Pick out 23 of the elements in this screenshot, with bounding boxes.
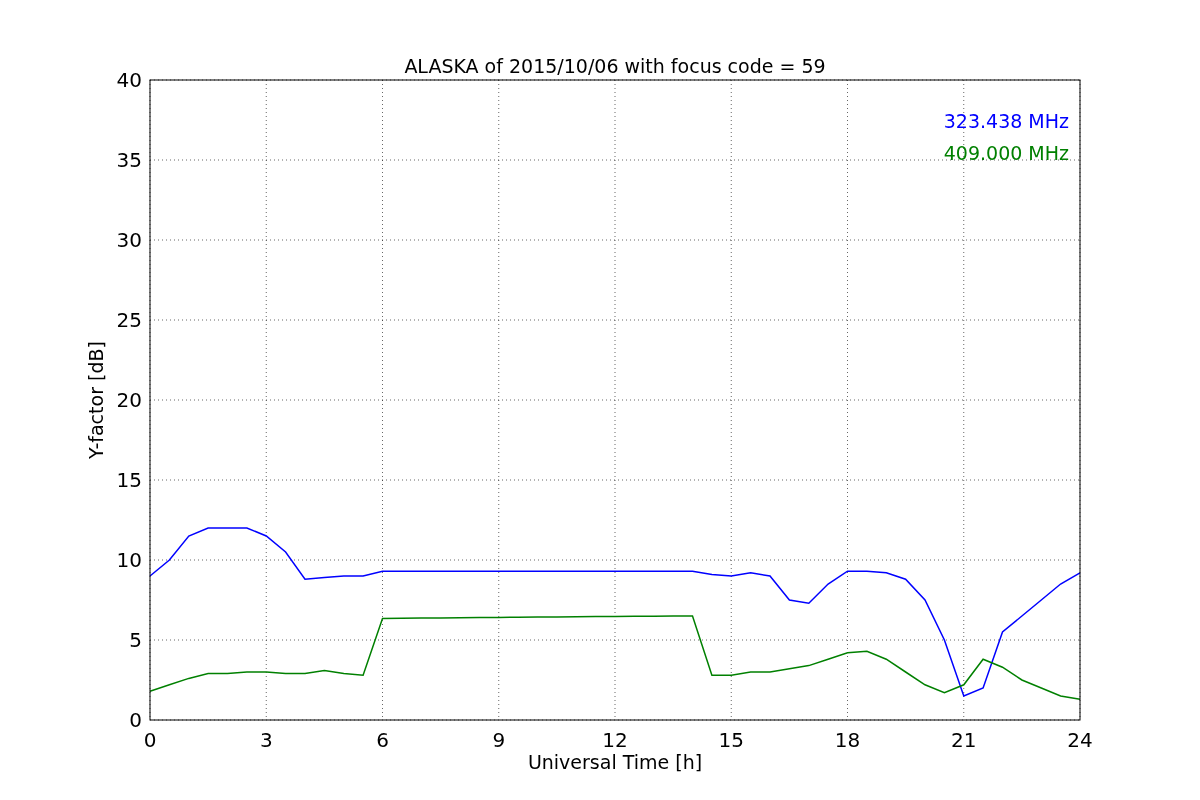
x-tick-label: 15 [718,728,744,752]
y-tick-label: 15 [116,468,142,492]
x-tick-label: 3 [259,728,273,752]
y-tick-label: 20 [116,388,142,412]
y-tick-label: 40 [116,68,142,92]
y-tick-label: 5 [129,628,142,652]
legend-label: 323.438 MHz [943,110,1069,132]
x-tick-label: 21 [951,728,977,752]
y-tick-label: 30 [116,228,142,252]
x-tick-label: 24 [1067,728,1093,752]
x-axis-label: Universal Time [h] [527,751,703,773]
legend-label: 409.000 MHz [943,142,1069,164]
y-tick-label: 0 [129,708,142,732]
x-tick-label: 12 [602,728,628,752]
y-tick-label: 25 [116,308,142,332]
y-tick-label: 35 [116,148,142,172]
x-tick-label: 9 [492,728,506,752]
chart-title: ALASKA of 2015/10/06 with focus code = 59 [404,55,826,77]
y-tick-label: 10 [116,548,142,572]
y-axis-label: Y-factor [dB] [85,341,107,459]
x-tick-label: 0 [143,728,157,752]
x-tick-label: 6 [376,728,389,752]
x-tick-label: 18 [834,728,861,752]
